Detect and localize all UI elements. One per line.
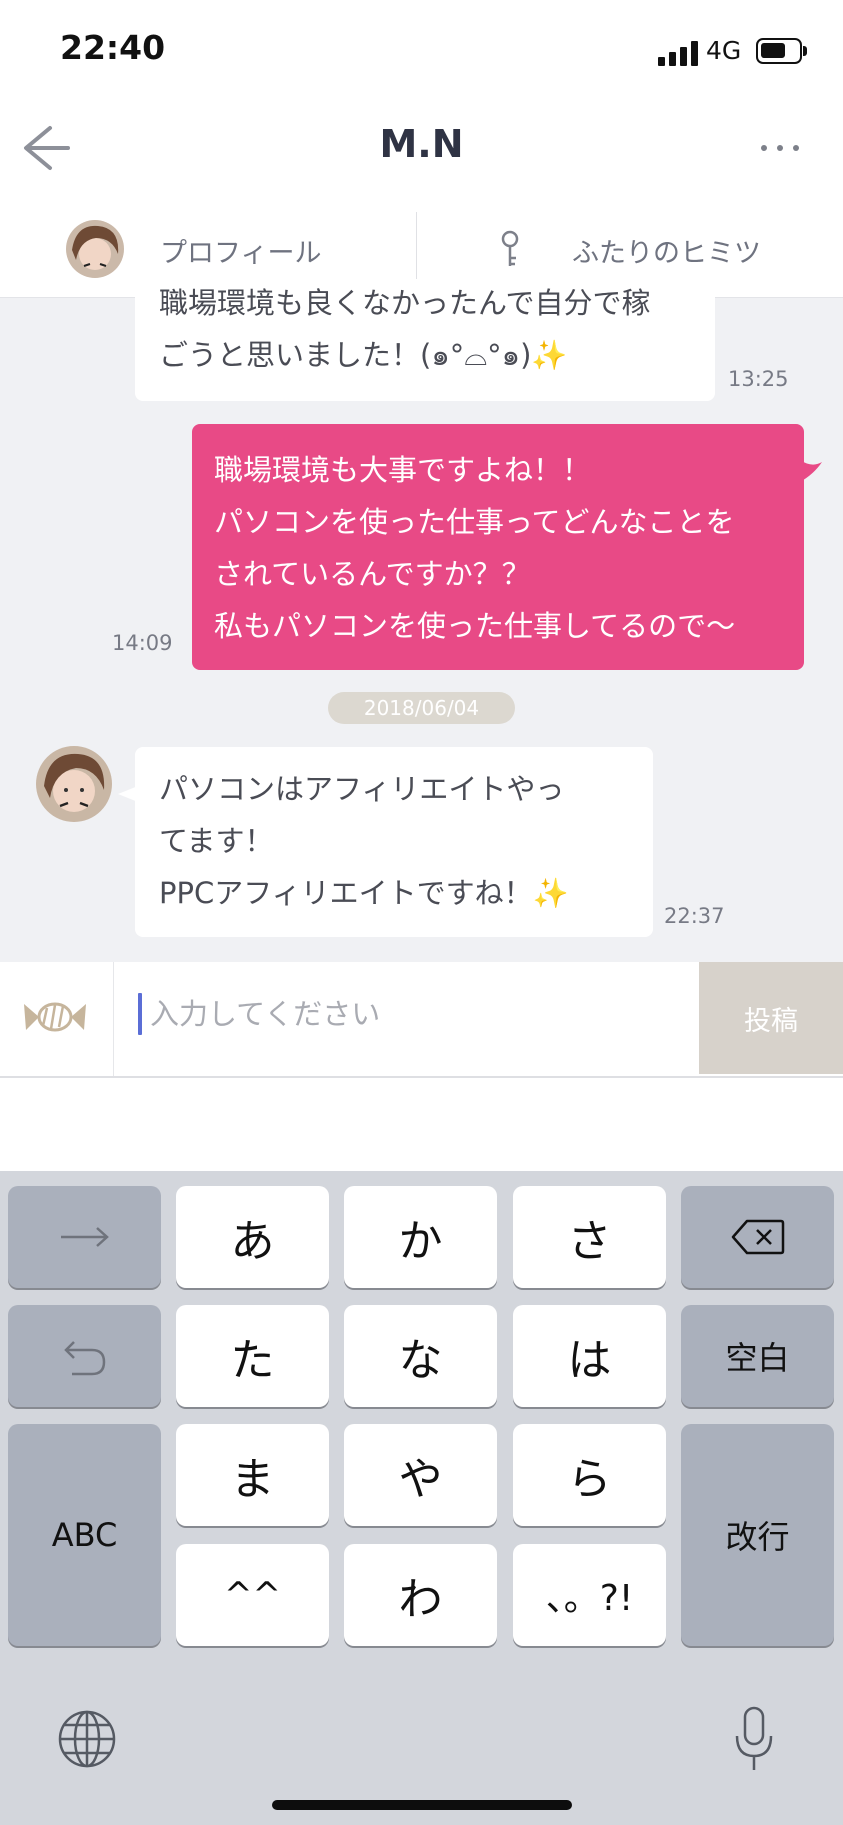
undo-icon bbox=[63, 1341, 105, 1376]
keyboard-key[interactable]: な bbox=[344, 1305, 497, 1407]
keyboard-key-punctuation[interactable]: 、。?! bbox=[513, 1544, 666, 1646]
message-time: 14:09 bbox=[112, 631, 173, 655]
text-caret bbox=[138, 993, 142, 1035]
arrow-right-icon bbox=[60, 1227, 109, 1247]
keyboard-key[interactable]: わ bbox=[344, 1544, 497, 1646]
battery-tip bbox=[803, 46, 807, 56]
tab-profile[interactable]: プロフィール bbox=[160, 231, 321, 270]
message-line: パソコンはアフィリエイトやっ bbox=[159, 772, 565, 806]
keyboard-key[interactable]: ら bbox=[513, 1424, 666, 1526]
message-line: 職場環境も良くなかったんで自分で稼 bbox=[159, 286, 651, 320]
globe-icon[interactable] bbox=[56, 1708, 118, 1770]
avatar[interactable] bbox=[36, 746, 112, 822]
keyboard-key[interactable]: ま bbox=[176, 1424, 329, 1526]
message-input[interactable] bbox=[150, 994, 690, 1034]
keyboard-key[interactable]: た bbox=[176, 1305, 329, 1407]
composer-spacer bbox=[0, 1078, 843, 1171]
keyboard-key-abc[interactable]: ABC bbox=[8, 1424, 161, 1646]
keyboard-key[interactable]: や bbox=[344, 1424, 497, 1526]
keyboard-key-undo[interactable] bbox=[8, 1305, 161, 1407]
message-line: 私もパソコンを使った仕事してるので〜 bbox=[214, 609, 736, 643]
message-bubble-incoming: 職場環境も良くなかったんで自分で稼 ごうと思いました！(๑°⌓°๑)✨ bbox=[135, 279, 715, 401]
keyboard-key[interactable]: さ bbox=[513, 1186, 666, 1288]
keyboard-key-return[interactable]: 改行 bbox=[681, 1424, 834, 1646]
status-time: 22:40 bbox=[60, 28, 166, 67]
keyboard-key-emoticon[interactable]: ^^ bbox=[176, 1544, 329, 1646]
message-line: 職場環境も大事ですよね！！ bbox=[214, 453, 592, 487]
message-line: PPCアフィリエイトですね！✨ bbox=[159, 876, 569, 910]
battery-icon bbox=[756, 38, 802, 64]
message-bubble-incoming: パソコンはアフィリエイトやっ てます！ PPCアフィリエイトですね！✨ bbox=[135, 747, 653, 937]
keyboard-key[interactable]: か bbox=[344, 1186, 497, 1288]
key-icon bbox=[498, 230, 522, 270]
keyboard-key-delete[interactable] bbox=[681, 1186, 834, 1288]
keyboard-key[interactable]: は bbox=[513, 1305, 666, 1407]
signal-icon bbox=[658, 40, 700, 66]
candy-icon[interactable] bbox=[20, 992, 90, 1042]
backspace-icon bbox=[731, 1219, 784, 1255]
message-time: 13:25 bbox=[728, 367, 789, 391]
message-line: されているんですか？？ bbox=[214, 557, 531, 591]
avatar[interactable] bbox=[66, 220, 124, 278]
post-button[interactable]: 投稿 bbox=[699, 962, 843, 1074]
tab-secret[interactable]: ふたりのヒミツ bbox=[572, 231, 761, 270]
tab-divider bbox=[416, 212, 417, 288]
keyboard-key-space[interactable]: 空白 bbox=[681, 1305, 834, 1407]
page-title: M.N bbox=[379, 122, 464, 166]
message-line: てます！ bbox=[159, 824, 274, 858]
bubble-tail bbox=[800, 458, 824, 484]
keyboard-key-next[interactable] bbox=[8, 1186, 161, 1288]
message-line: パソコンを使った仕事ってどんなことを bbox=[214, 505, 735, 539]
network-type: 4G bbox=[706, 36, 742, 65]
date-separator: 2018/06/04 bbox=[328, 692, 515, 724]
microphone-icon[interactable] bbox=[733, 1706, 775, 1774]
home-indicator[interactable] bbox=[272, 1800, 572, 1810]
message-bubble-outgoing: 職場環境も大事ですよね！！ パソコンを使った仕事ってどんなことを されているんで… bbox=[192, 424, 804, 670]
more-dots-icon[interactable] bbox=[756, 134, 804, 162]
message-time: 22:37 bbox=[664, 904, 725, 928]
composer-divider bbox=[113, 962, 114, 1076]
message-line: ごうと思いました！(๑°⌓°๑)✨ bbox=[159, 338, 568, 372]
keyboard-key[interactable]: あ bbox=[176, 1186, 329, 1288]
